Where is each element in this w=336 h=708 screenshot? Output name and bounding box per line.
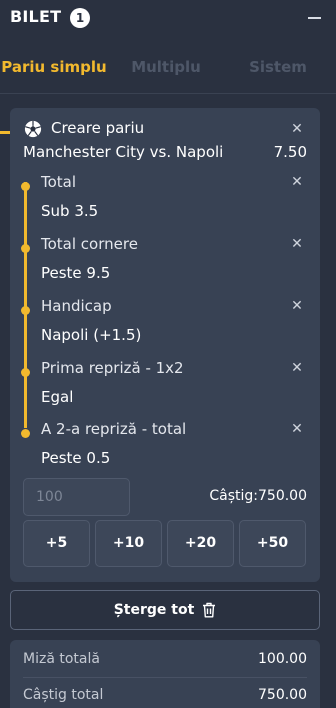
potential-win: Câștig:750.00 (209, 488, 307, 504)
close-icon[interactable]: ✕ (290, 422, 304, 436)
tab-single-bet[interactable]: Pariu simplu (0, 40, 108, 94)
quick-stake-row: +5 +10 +20 +50 (23, 520, 307, 568)
total-stake-label: Miză totală (23, 651, 100, 667)
close-icon[interactable]: ✕ (290, 361, 304, 375)
selection-item: Total Sub 3.5 ✕ (10, 173, 320, 235)
selection-market: A 2-a repriză - total (41, 420, 187, 438)
close-icon[interactable]: ✕ (290, 175, 304, 189)
tab-multiple[interactable]: Multiplu (112, 40, 220, 94)
betslip-header: BILET 1 (0, 0, 336, 36)
bet-summary: Miză totală 100.00 Câștig total 750.00 (10, 640, 320, 708)
win-value: 750.00 (258, 488, 307, 504)
match-name: Manchester City vs. Napoli (23, 143, 224, 161)
selection-pick: Peste 0.5 (41, 449, 111, 467)
selection-market: Handicap (41, 297, 112, 315)
selection-item: Handicap Napoli (+1.5) ✕ (10, 297, 320, 359)
timeline-dot (21, 368, 30, 377)
betslip-title: BILET (10, 7, 62, 26)
match-odds: 7.50 (273, 143, 307, 161)
total-win-value: 750.00 (258, 687, 307, 703)
win-label: Câștig: (209, 488, 258, 504)
stake-input[interactable]: 100 (23, 478, 130, 516)
selection-item: A 2-a repriză - total Peste 0.5 ✕ (10, 420, 320, 482)
selection-market: Total cornere (41, 235, 138, 253)
selection-market: Total (41, 173, 77, 191)
quick-stake-button[interactable]: +10 (95, 520, 162, 567)
selection-item: Total cornere Peste 9.5 ✕ (10, 235, 320, 297)
betslip-count-badge: 1 (70, 8, 90, 28)
total-win-row: Câștig total 750.00 (23, 687, 307, 708)
selection-pick: Egal (41, 388, 74, 406)
quick-stake-button[interactable]: +50 (239, 520, 306, 567)
clear-all-button[interactable]: Șterge tot (10, 590, 320, 630)
quick-stake-button[interactable]: +20 (167, 520, 234, 567)
close-icon[interactable]: ✕ (290, 299, 304, 313)
timeline-dot (21, 244, 30, 253)
selection-item: Prima repriză - 1x2 Egal ✕ (10, 359, 320, 421)
bet-card: Creare pariu ✕ Manchester City vs. Napol… (10, 108, 320, 582)
timeline-dot (21, 429, 30, 438)
soccer-ball-icon (24, 120, 42, 138)
quick-stake-button[interactable]: +5 (23, 520, 90, 567)
trash-icon (203, 602, 216, 618)
clear-all-label: Șterge tot (113, 602, 195, 618)
selection-pick: Peste 9.5 (41, 264, 111, 282)
total-win-label: Câștig total (23, 687, 104, 703)
total-stake-value: 100.00 (258, 651, 307, 667)
tab-system[interactable]: Sistem (224, 40, 332, 94)
minus-icon[interactable] (308, 10, 322, 24)
selection-market: Prima repriză - 1x2 (41, 359, 184, 377)
total-stake-row: Miză totală 100.00 (23, 651, 307, 678)
bet-type-tabs: Pariu simplu Multiplu Sistem (0, 40, 336, 134)
close-icon[interactable]: ✕ (290, 237, 304, 251)
close-icon[interactable]: ✕ (290, 122, 304, 136)
selection-pick: Napoli (+1.5) (41, 326, 142, 344)
timeline-dot (21, 306, 30, 315)
selection-pick: Sub 3.5 (41, 202, 99, 220)
bet-builder-title: Creare pariu (51, 119, 145, 137)
timeline-dot (21, 182, 30, 191)
